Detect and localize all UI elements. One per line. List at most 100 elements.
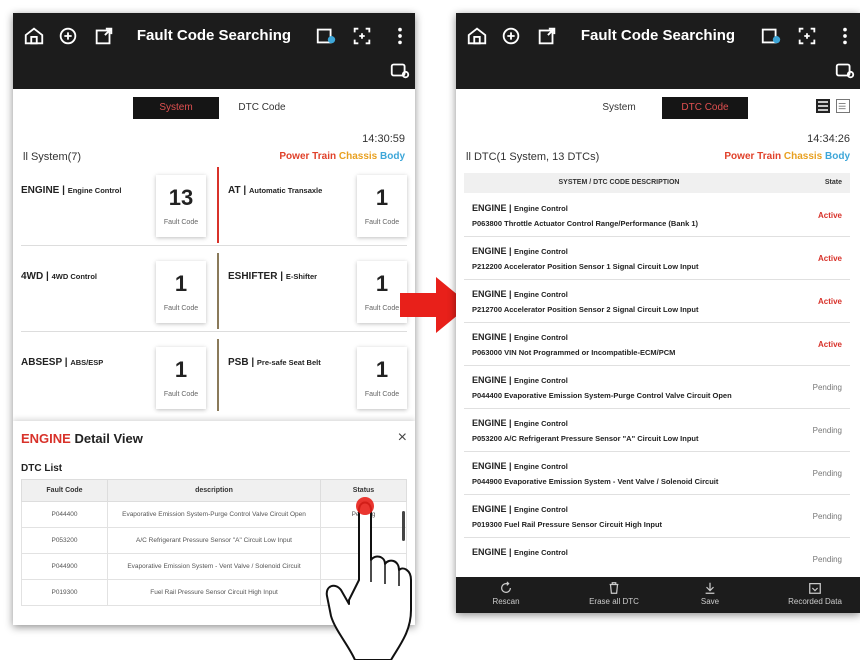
list-item[interactable]: ENGINE | Engine Control P044900 Evaporat… xyxy=(464,453,850,495)
tap-hand-icon xyxy=(325,497,412,660)
refresh-icon xyxy=(501,581,511,593)
dtc-subsystem: Engine Control xyxy=(514,376,568,385)
save-button[interactable]: Save xyxy=(680,581,740,606)
fault-count-card: 1 Fault Code xyxy=(156,261,206,323)
row-divider xyxy=(21,245,407,246)
fault-count: 1 xyxy=(375,357,389,382)
fault-code-cell: P053200 xyxy=(21,527,108,554)
dtc-description: P212200 Accelerator Position Sensor 1 Si… xyxy=(472,262,699,271)
view-toggle[interactable] xyxy=(814,99,850,118)
list-item[interactable]: ENGINE | Engine Control P053200 A/C Refr… xyxy=(464,410,850,452)
erase-label: Erase all DTC xyxy=(589,597,639,606)
fault-count-label: Fault Code xyxy=(364,219,400,226)
dtc-subsystem: Engine Control xyxy=(514,548,568,557)
fault-count-card: 1 Fault Code xyxy=(357,347,407,409)
description-cell: Evaporative Emission System - Vent Valve… xyxy=(107,553,321,580)
dtc-description: P063000 VIN Not Programmed or Incompatib… xyxy=(472,348,676,357)
download-icon xyxy=(705,582,715,594)
list-item[interactable]: ENGINE | Engine Control P063800 Throttle… xyxy=(464,195,850,237)
system-grid: ENGINE | Engine Control 13 Fault Code AT … xyxy=(13,161,415,411)
system-cell-4wd[interactable]: 4WD | 4WD Control 1 Fault Code xyxy=(13,247,214,330)
list-item[interactable]: ENGINE | Engine Control P212700 Accelera… xyxy=(464,281,850,323)
dtc-subsystem: Engine Control xyxy=(514,505,568,514)
dtc-system: ENGINE xyxy=(472,547,507,557)
status-badge: Active xyxy=(817,340,842,349)
col-system-dtc: SYSTEM / DTC CODE DESCRIPTION xyxy=(558,179,680,186)
system-name: ESHIFTER xyxy=(228,271,278,282)
body-divider xyxy=(217,339,219,411)
fault-code-cell: P044400 xyxy=(21,501,108,528)
list-item[interactable]: ENGINE | Engine Control P063000 VIN Not … xyxy=(464,324,850,366)
description-cell: Evaporative Emission System-Purge Contro… xyxy=(107,501,321,528)
filter-power-train[interactable]: Power Train xyxy=(724,151,781,162)
dtc-system: ENGINE xyxy=(472,289,507,299)
tab-dtc-code[interactable]: DTC Code xyxy=(662,97,748,119)
system-cell-eshifter[interactable]: ESHIFTER | E-Shifter 1 Fault Code xyxy=(214,247,415,330)
list-view-icon[interactable] xyxy=(815,99,830,113)
dtc-subsystem: Engine Control xyxy=(514,333,568,342)
top-bar: Fault Code Searching xyxy=(456,13,860,89)
list-item[interactable]: ENGINE | Engine Control Pending xyxy=(464,539,850,581)
dtc-system: ENGINE xyxy=(472,504,507,514)
dtc-description: P019300 Fuel Rail Pressure Sensor Circui… xyxy=(472,520,663,529)
tab-system[interactable]: System xyxy=(133,97,219,119)
status-badge: Pending xyxy=(812,469,842,478)
bottom-toolbar: Rescan Erase all DTC Save Recorded Data xyxy=(456,577,860,613)
category-filters: Power Train Chassis Body xyxy=(724,151,850,162)
rescan-button[interactable]: Rescan xyxy=(476,581,536,606)
dtc-subsystem: Engine Control xyxy=(514,462,568,471)
recorded-data-button[interactable]: Recorded Data xyxy=(774,581,856,606)
tab-dtc-code[interactable]: DTC Code xyxy=(219,97,305,119)
status-badge: Pending xyxy=(812,512,842,521)
system-cell-absesp[interactable]: ABSESP | ABS/ESP 1 Fault Code xyxy=(13,333,214,416)
dtc-list-header: SYSTEM / DTC CODE DESCRIPTION State xyxy=(464,173,850,193)
filter-chassis[interactable]: Chassis xyxy=(784,151,822,162)
list-item[interactable]: ENGINE | Engine Control P212200 Accelera… xyxy=(464,238,850,280)
filter-body[interactable]: Body xyxy=(825,151,850,162)
trash-icon xyxy=(609,582,619,594)
system-desc: Pre-safe Seat Belt xyxy=(256,358,321,367)
close-icon[interactable]: × xyxy=(398,429,407,447)
list-item[interactable]: ENGINE | Engine Control P019300 Fuel Rai… xyxy=(464,496,850,538)
fullscreen-icon[interactable] xyxy=(796,25,818,47)
grid-view-icon[interactable] xyxy=(836,99,850,113)
fullscreen-icon[interactable] xyxy=(351,25,373,47)
col-description: description xyxy=(107,479,321,502)
vci-icon[interactable] xyxy=(760,25,782,47)
chassis-divider xyxy=(217,253,219,329)
system-cell-at[interactable]: AT | Automatic Transaxle 1 Fault Code xyxy=(214,161,415,244)
system-desc: E-Shifter xyxy=(285,272,318,281)
vehicle-info-icon[interactable] xyxy=(834,59,856,81)
dtc-description: P044900 Evaporative Emission System - Ve… xyxy=(472,477,719,486)
dtc-system: ENGINE xyxy=(472,203,507,213)
dtc-system: ENGINE xyxy=(472,461,507,471)
fault-count-label: Fault Code xyxy=(364,391,400,398)
erase-all-dtc-button[interactable]: Erase all DTC xyxy=(574,581,654,606)
system-name: PSB xyxy=(228,357,249,368)
list-item[interactable]: ENGINE | Engine Control P044400 Evaporat… xyxy=(464,367,850,409)
system-desc: 4WD Control xyxy=(51,272,98,281)
fault-count: 13 xyxy=(168,185,194,210)
top-bar: Fault Code Searching xyxy=(13,13,415,89)
system-cell-engine[interactable]: ENGINE | Engine Control 13 Fault Code xyxy=(13,161,214,244)
system-desc: ABS/ESP xyxy=(70,358,104,367)
tab-system[interactable]: System xyxy=(576,97,662,119)
fault-count: 1 xyxy=(174,357,188,382)
fault-code-cell: P044900 xyxy=(21,553,108,580)
dtc-subsystem: Engine Control xyxy=(514,204,568,213)
recorded-data-icon xyxy=(809,583,821,594)
system-name: ABSESP xyxy=(21,357,62,368)
detail-title-text: Detail View xyxy=(74,431,143,446)
more-menu-icon[interactable] xyxy=(834,25,856,47)
system-desc: Engine Control xyxy=(67,186,122,195)
status-badge: Pending xyxy=(812,383,842,392)
vci-icon[interactable] xyxy=(315,25,337,47)
more-menu-icon[interactable] xyxy=(389,25,411,47)
col-fault-code: Fault Code xyxy=(21,479,108,502)
dtc-subsystem: Engine Control xyxy=(514,419,568,428)
system-cell-psb[interactable]: PSB | Pre-safe Seat Belt 1 Fault Code xyxy=(214,333,415,416)
fault-count-card: 1 Fault Code xyxy=(156,347,206,409)
description-cell: Fuel Rail Pressure Sensor Circuit High I… xyxy=(107,579,321,606)
detail-title: ENGINE Detail View xyxy=(21,431,143,446)
vehicle-info-icon[interactable] xyxy=(389,59,411,81)
